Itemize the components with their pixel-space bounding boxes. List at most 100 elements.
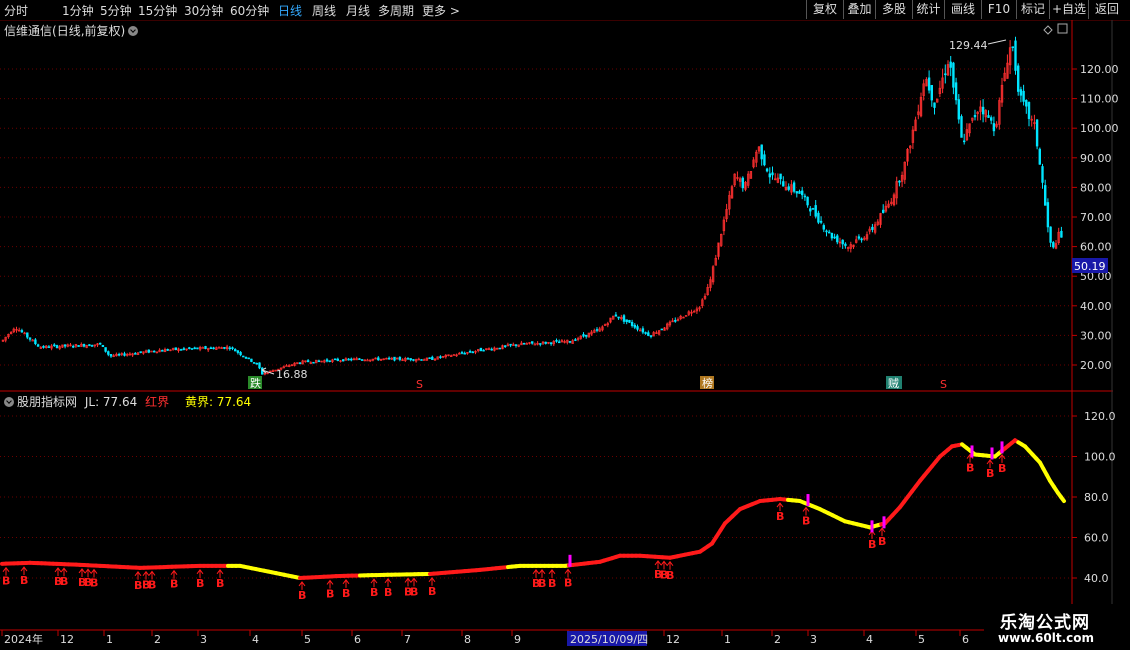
candle-body — [819, 220, 823, 223]
chart-mode: (日线,前复权) — [52, 24, 126, 38]
dropdown-icon[interactable] — [128, 26, 139, 36]
candle-body — [644, 332, 647, 334]
candle-body — [77, 345, 80, 347]
candle-body — [212, 347, 215, 350]
candle-body — [806, 196, 809, 206]
x-tick-label: 3 — [810, 633, 817, 646]
panel-settings-icon[interactable] — [1057, 23, 1068, 34]
buy-marker: B — [548, 577, 556, 590]
signal-fall-label: 跌 — [250, 376, 261, 390]
candle-body — [479, 347, 483, 352]
buy-marker: B — [564, 577, 572, 590]
candle-body — [636, 326, 639, 330]
candle-body — [1044, 185, 1047, 206]
candle-body — [258, 362, 261, 369]
buy-marker: B — [384, 586, 392, 599]
buy-marker: B — [666, 569, 674, 582]
candle-body — [989, 117, 993, 121]
candle-body — [180, 349, 183, 351]
candle-body — [625, 319, 628, 323]
candle-body — [1025, 100, 1028, 107]
candle-body — [881, 209, 885, 213]
y-tick-label: 70.00 — [1080, 211, 1112, 224]
candle-body — [317, 360, 321, 363]
diamond-icon[interactable] — [1043, 25, 1053, 35]
candle-body — [814, 205, 817, 217]
side-scrollbar[interactable] — [1113, 20, 1130, 630]
candle-body — [242, 355, 245, 358]
candle-body — [792, 182, 796, 192]
buy-marker: B — [998, 462, 1006, 475]
dropdown-icon[interactable] — [4, 397, 14, 407]
candle-body — [509, 343, 512, 346]
candle-body — [347, 358, 350, 361]
buy-marker: B — [20, 574, 28, 587]
x-tick-label: 2024年 — [4, 632, 43, 646]
candle-body — [285, 365, 288, 367]
candle-body — [166, 348, 169, 351]
candle-body — [341, 359, 345, 362]
candle-body — [34, 339, 37, 345]
candle-body — [771, 172, 774, 176]
candle-body — [614, 314, 618, 317]
candle-body — [584, 334, 588, 337]
candle-body — [898, 180, 901, 183]
watermark: 乐淘公式网 www.60lt.com — [984, 604, 1130, 650]
candle-body — [630, 321, 634, 326]
candle-body — [117, 353, 121, 356]
candle-body — [811, 208, 815, 210]
indicator-panel-title: 股朋指标网 JL: 77.64 红界 黄界: 77.64 — [4, 393, 251, 410]
candle-body — [944, 73, 947, 76]
candle-body — [1022, 90, 1025, 102]
x-tick-label: 4 — [866, 633, 873, 646]
signal-rank-label: 榜 — [702, 376, 713, 390]
y-tick-label: 120.0 — [1084, 410, 1116, 423]
indicator-line — [0, 438, 1066, 580]
candle-body — [498, 347, 501, 350]
indicator-name: 股朋指标网 — [17, 395, 78, 409]
candle-body — [1038, 148, 1042, 165]
candle-body — [765, 168, 769, 172]
x-tick-label: 1 — [724, 633, 731, 646]
buy-marker: B — [326, 587, 334, 600]
jl-value: JL: 77.64 — [84, 395, 138, 409]
candle-body — [1046, 202, 1050, 228]
buy-marker: B — [986, 467, 994, 480]
buy-marker: B — [370, 586, 378, 599]
candle-body — [393, 356, 396, 361]
candle-body — [533, 343, 537, 346]
x-tick-label: 6 — [962, 633, 969, 646]
candle-body — [431, 356, 434, 360]
price-panel-title: 信维通信(日线,前复权) — [4, 22, 139, 39]
candle-body — [247, 357, 250, 360]
buy-marker: B — [878, 535, 886, 548]
candle-body — [377, 357, 380, 361]
current-price-label: 50.19 — [1074, 260, 1106, 273]
candle-body — [250, 358, 253, 362]
candle-body — [522, 342, 526, 345]
x-tick-label: 12 — [60, 633, 74, 646]
candle-body — [981, 106, 985, 115]
candle-body — [617, 316, 620, 319]
candle-body — [182, 348, 186, 350]
candle-body — [471, 351, 474, 354]
buy-marker: B — [966, 462, 974, 475]
candle-body — [827, 231, 831, 234]
candle-body — [660, 328, 664, 331]
x-tick-label: 2 — [774, 633, 781, 646]
candle-body — [787, 186, 790, 190]
buy-marker: B — [802, 514, 810, 527]
buy-marker: B — [538, 577, 546, 590]
candle-body — [628, 319, 631, 323]
candle-body — [763, 154, 766, 166]
candle-body — [333, 358, 337, 361]
candle-body — [836, 235, 839, 243]
candle-body — [962, 140, 966, 143]
y-tick-label: 20.00 — [1080, 359, 1112, 372]
y-tick-label: 40.0 — [1084, 572, 1109, 585]
candle-body — [53, 344, 56, 347]
candle-body — [741, 177, 745, 189]
y-tick-label: 100.0 — [1084, 451, 1116, 464]
candle-body — [36, 344, 40, 347]
stock-chart[interactable]: B B BB BBB B BB B B BB B B B B BB BBB B BBBBB BB BB B B 120.… — [0, 0, 1130, 650]
